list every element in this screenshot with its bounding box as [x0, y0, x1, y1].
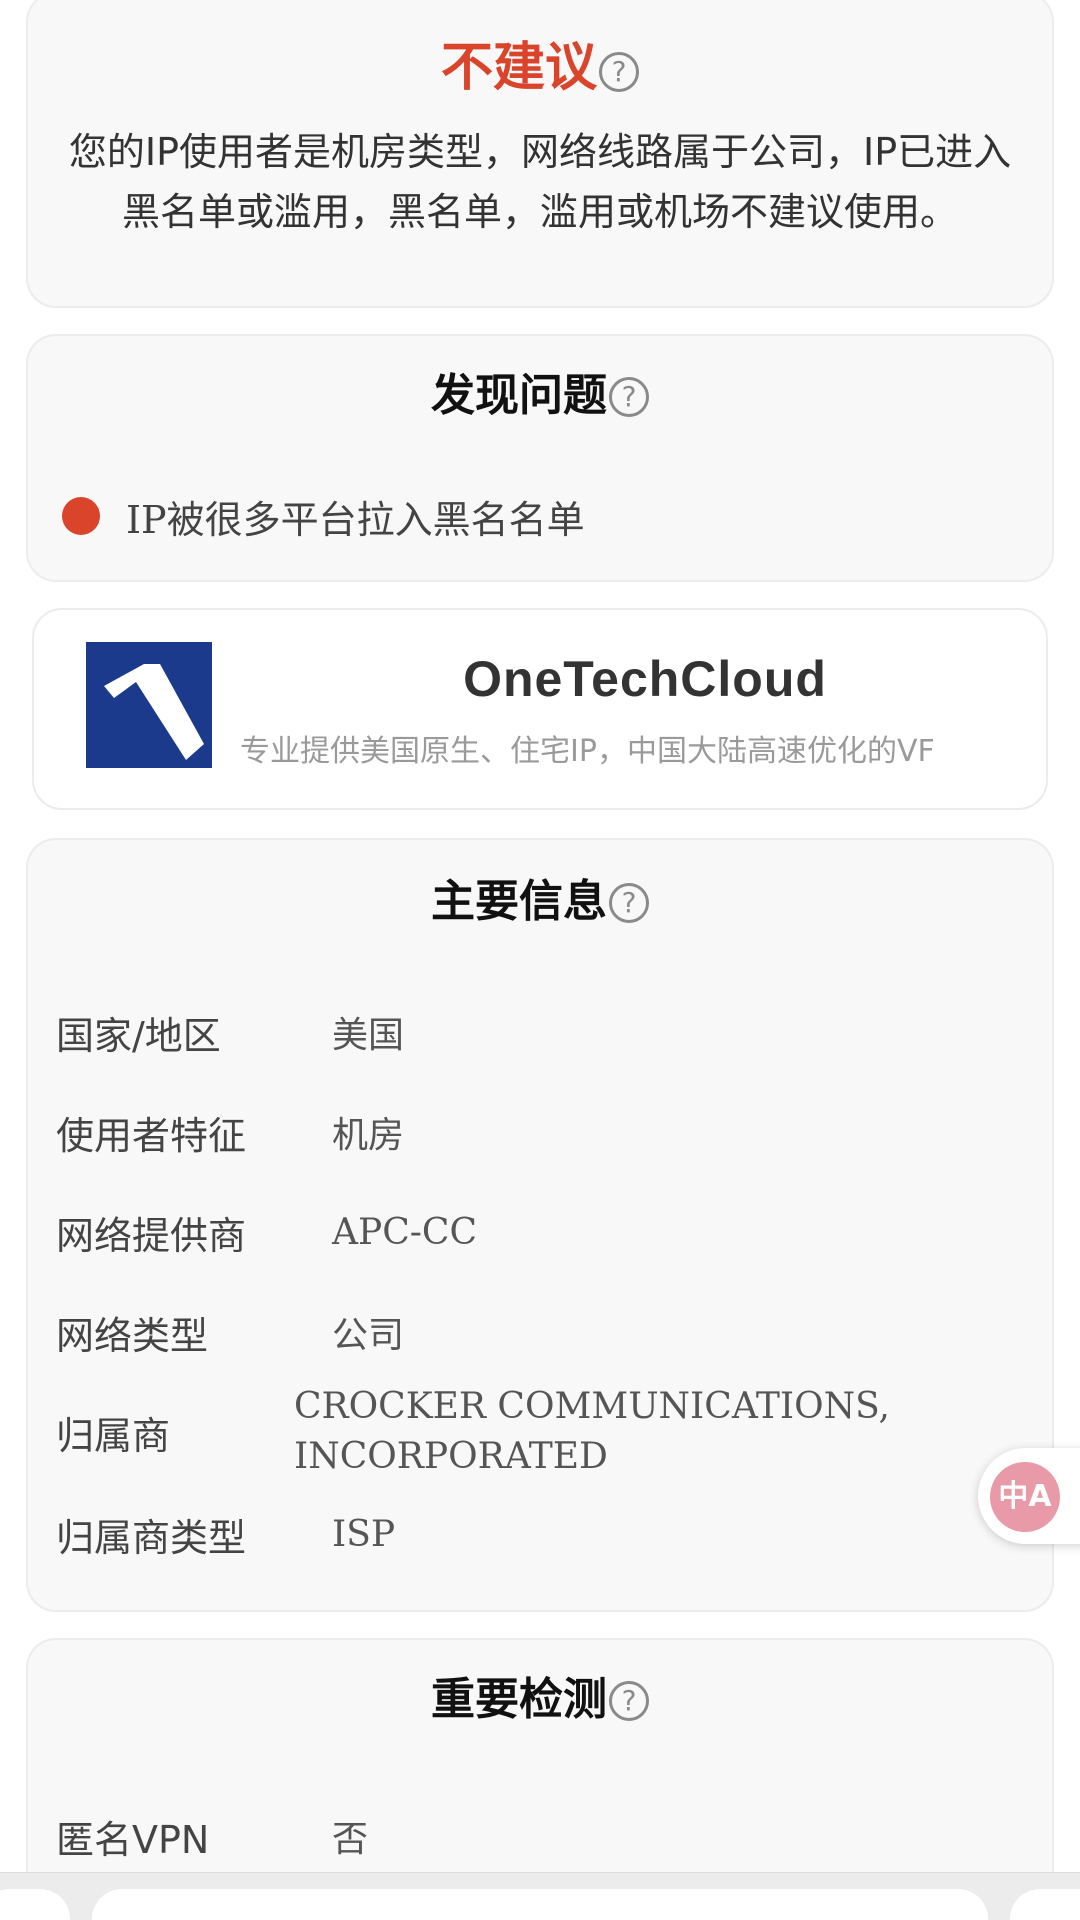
help-icon[interactable]: ?	[609, 1681, 649, 1721]
address-bar[interactable]	[92, 1889, 988, 1920]
bottom-toolbar	[0, 1872, 1080, 1920]
info-value: APC-CC	[332, 1211, 478, 1253]
info-label: 使用者特征	[56, 1113, 247, 1158]
translate-button[interactable]: 中A	[978, 1448, 1080, 1544]
info-label: 匿名VPN	[56, 1817, 210, 1862]
issues-title: 发现问题	[431, 370, 607, 421]
main-info-card: 主要信息? 国家/地区 美国 使用者特征 机房 网络提供商 APC-CC 网络类…	[26, 838, 1054, 1612]
info-value: CROCKER COMMUNICATIONS, INCORPORATED	[294, 1386, 890, 1477]
issue-item: IP被很多平台拉入黑名名单	[62, 486, 585, 546]
info-value: 美国	[332, 1015, 405, 1056]
help-icon[interactable]: ?	[609, 883, 649, 923]
info-value: 公司	[332, 1315, 405, 1356]
info-value: 否	[332, 1819, 369, 1860]
info-label: 网络类型	[56, 1313, 209, 1358]
info-row-anonymous-vpn: 匿名VPN 否	[56, 1806, 1032, 1866]
ad-banner[interactable]: OneTechCloud 专业提供美国原生、住宅IP，中国大陆高速优化的VF	[32, 608, 1048, 810]
checks-title: 重要检测	[431, 1674, 607, 1725]
info-label: 归属商	[56, 1413, 171, 1458]
verdict-description: 您的IP使用者是机房类型，网络线路属于公司，IP已进入黑名单或滥用，黑名单，滥用…	[68, 130, 1012, 234]
issue-text: IP被很多平台拉入黑名名单	[126, 497, 585, 542]
ad-title: OneTechCloud	[463, 651, 827, 707]
issues-card: 发现问题? IP被很多平台拉入黑名名单	[26, 334, 1054, 582]
verdict-label: 不建议	[440, 38, 597, 98]
info-row-user-type: 使用者特征 机房	[56, 1102, 1032, 1162]
checks-title-row: 重要检测?	[28, 1670, 1052, 1730]
verdict-card: 不建议? 您的IP使用者是机房类型，网络线路属于公司，IP已进入黑名单或滥用，黑…	[26, 0, 1054, 308]
help-icon[interactable]: ?	[609, 377, 649, 417]
info-row-country: 国家/地区 美国	[56, 1002, 1032, 1062]
info-label: 国家/地区	[56, 1013, 221, 1058]
info-value: 机房	[332, 1115, 405, 1156]
onetechcloud-logo-icon	[86, 642, 212, 768]
menu-button[interactable]	[1010, 1889, 1080, 1920]
info-label: 归属商类型	[56, 1515, 247, 1560]
info-row-owner-type: 归属商类型 ISP	[56, 1504, 1032, 1564]
page: 不建议? 您的IP使用者是机房类型，网络线路属于公司，IP已进入黑名单或滥用，黑…	[0, 0, 1080, 1920]
back-button[interactable]	[0, 1889, 70, 1920]
logo-mark-icon	[86, 642, 212, 768]
info-label: 网络提供商	[56, 1213, 247, 1258]
verdict-title-row: 不建议?	[28, 38, 1052, 101]
help-icon[interactable]: ?	[599, 52, 639, 92]
info-value: ISP	[332, 1513, 396, 1555]
main-info-title-row: 主要信息?	[28, 872, 1052, 932]
main-info-title: 主要信息	[431, 876, 607, 927]
issues-title-row: 发现问题?	[28, 366, 1052, 426]
info-row-owner: 归属商 CROCKER COMMUNICATIONS, INCORPORATED	[56, 1382, 1032, 1482]
info-row-provider: 网络提供商 APC-CC	[56, 1202, 1032, 1262]
warning-dot-icon	[62, 497, 100, 535]
info-row-network-type: 网络类型 公司	[56, 1302, 1032, 1362]
translate-icon: 中A	[990, 1462, 1060, 1532]
ad-description: 专业提供美国原生、住宅IP，中国大陆高速优化的VF	[240, 734, 935, 769]
